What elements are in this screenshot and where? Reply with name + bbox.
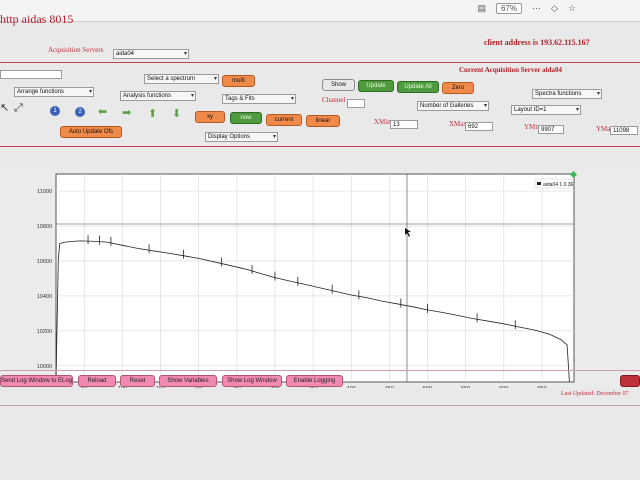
layout-label: Layout ID=1 — [514, 107, 547, 113]
channel-input[interactable] — [347, 99, 365, 108]
page-title: http aidas 8015 — [0, 12, 74, 26]
divider — [0, 405, 640, 406]
arrow-down-icon[interactable]: ⬇ — [172, 108, 181, 120]
acquisition-server-value: aida04 — [116, 51, 135, 57]
more-icon[interactable]: ⋯ — [532, 3, 541, 14]
star-icon[interactable]: ☆ — [568, 3, 576, 14]
spectrum-plot-panel[interactable]: 5010015020025030035040045050055060065010… — [0, 170, 640, 388]
y-tick-label: 11000 — [37, 189, 52, 195]
show-variables-button[interactable]: Show Variables — [159, 375, 217, 387]
reset-button[interactable]: Reset — [120, 375, 155, 387]
reload-button[interactable]: Reload — [78, 375, 116, 387]
chevron-down-icon: ▾ — [575, 107, 579, 113]
nav-first-icon[interactable]: 1 — [50, 106, 60, 116]
acquisition-servers-label: Acquisition Servers — [48, 46, 104, 54]
now-button[interactable]: now — [230, 112, 262, 124]
x-tick-label: 550 — [461, 386, 470, 388]
xmax-input[interactable]: 692 — [465, 122, 493, 131]
chevron-down-icon: ▾ — [88, 89, 92, 95]
x-tick-label: 500 — [423, 386, 432, 388]
show-log-window-button[interactable]: Show Log Window — [222, 375, 282, 387]
current-button[interactable]: current — [266, 114, 302, 126]
divider — [0, 62, 640, 63]
zoom-badge[interactable]: 67% — [495, 3, 522, 14]
x-tick-label: 450 — [385, 386, 394, 388]
arrange-functions-dropdown[interactable]: Arrange functions ▾ — [14, 87, 94, 97]
number-galleries-label: Number of Galleries — [420, 103, 474, 109]
select-spectrum-dropdown[interactable]: Select a spectrum ▾ — [144, 74, 219, 84]
nav-second-icon[interactable]: 2 — [75, 107, 85, 117]
page: http aidas 8015 client address is 193.62… — [0, 12, 640, 480]
arrange-functions-label: Arrange functions — [17, 89, 65, 95]
browser-icon-group: ▤ 67% ⋯ ◇ ☆ — [477, 3, 576, 14]
channel-label: Channel — [322, 96, 346, 104]
xmin-label: XMin — [374, 118, 391, 126]
y-tick-label: 10400 — [37, 294, 52, 300]
spectra-functions-label: Spectra functions — [535, 91, 582, 97]
chevron-down-icon: ▾ — [183, 51, 187, 57]
number-galleries-dropdown[interactable]: Number of Galleries ▾ — [417, 101, 489, 111]
browser-toolbar: ▤ 67% ⋯ ◇ ☆ — [0, 0, 640, 22]
last-updated: Last Updated: December 07 — [561, 391, 629, 397]
current-server-label: Current Acquisition Server aida04 — [459, 66, 562, 74]
update-all-button[interactable]: Update All — [397, 81, 439, 93]
linear-button[interactable]: linear — [306, 115, 340, 127]
reader-icon[interactable]: ▤ — [477, 3, 486, 14]
acquisition-server-select[interactable]: aida04 ▾ — [113, 49, 189, 59]
display-options-label: Display Options — [208, 134, 251, 140]
chevron-down-icon: ▾ — [596, 91, 600, 97]
auto-update-button[interactable]: Auto Update Ofs — [60, 126, 122, 138]
xy-button[interactable]: xy — [195, 111, 225, 123]
x-tick-label: 400 — [347, 386, 356, 388]
chevron-down-icon: ▾ — [190, 93, 194, 99]
tags-fits-label: Tags & Fits — [225, 96, 255, 102]
multi-button[interactable]: multi — [222, 75, 255, 87]
y-tick-label: 10000 — [37, 364, 52, 370]
analysis-functions-label: Analysis functions — [123, 93, 172, 99]
enable-logging-button[interactable]: Enable Logging — [286, 375, 343, 387]
pocket-icon[interactable]: ◇ — [551, 3, 558, 14]
tags-fits-dropdown[interactable]: Tags & Fits ▾ — [222, 94, 296, 104]
arrow-right-icon[interactable]: ➡ — [122, 107, 131, 119]
update-button[interactable]: Update — [358, 80, 394, 92]
y-tick-label: 10600 — [37, 259, 52, 265]
xmin-input[interactable]: 13 — [390, 120, 418, 129]
chevron-down-icon: ▾ — [483, 103, 487, 109]
x-tick-label: 650 — [537, 386, 546, 388]
ymin-input[interactable]: 9907 — [538, 125, 564, 134]
zero-button[interactable]: Zero — [442, 82, 474, 94]
select-spectrum-label: Select a spectrum — [147, 76, 196, 82]
client-address: client address is 193.62.115.167 — [484, 38, 590, 47]
command-input[interactable] — [0, 70, 62, 79]
close-icon[interactable] — [620, 375, 640, 387]
legend-label: aida04 1.0.36 — [543, 182, 574, 188]
analysis-functions-dropdown[interactable]: Analysis functions ▾ — [120, 91, 196, 101]
show-button[interactable]: Show — [322, 79, 355, 91]
send-log-button[interactable]: Send Log Window to ELog — [0, 375, 73, 387]
chevron-down-icon: ▾ — [272, 134, 276, 140]
arrow-up-icon[interactable]: ⬆ — [148, 108, 157, 120]
chevron-down-icon: ▾ — [290, 96, 294, 102]
pointer-icon[interactable]: ↖ — [0, 102, 9, 114]
legend-swatch — [537, 182, 541, 185]
display-options-dropdown[interactable]: Display Options ▾ — [205, 132, 278, 142]
spectrum-plot[interactable]: 5010015020025030035040045050055060065010… — [0, 170, 640, 388]
plot-area — [55, 173, 575, 383]
y-tick-label: 10800 — [37, 224, 52, 230]
x-tick-label: 600 — [499, 386, 508, 388]
chevron-down-icon: ▾ — [213, 76, 217, 82]
divider — [0, 370, 640, 371]
ymax-input[interactable]: 11098 — [610, 126, 638, 135]
y-tick-label: 10200 — [37, 329, 52, 335]
divider — [0, 146, 640, 147]
arrow-left-icon[interactable]: ⬅ — [98, 106, 107, 118]
expand-icon[interactable]: ⤢ — [14, 102, 23, 114]
layout-dropdown[interactable]: Layout ID=1 ▾ — [511, 105, 581, 115]
spectra-functions-dropdown[interactable]: Spectra functions ▾ — [532, 89, 602, 99]
